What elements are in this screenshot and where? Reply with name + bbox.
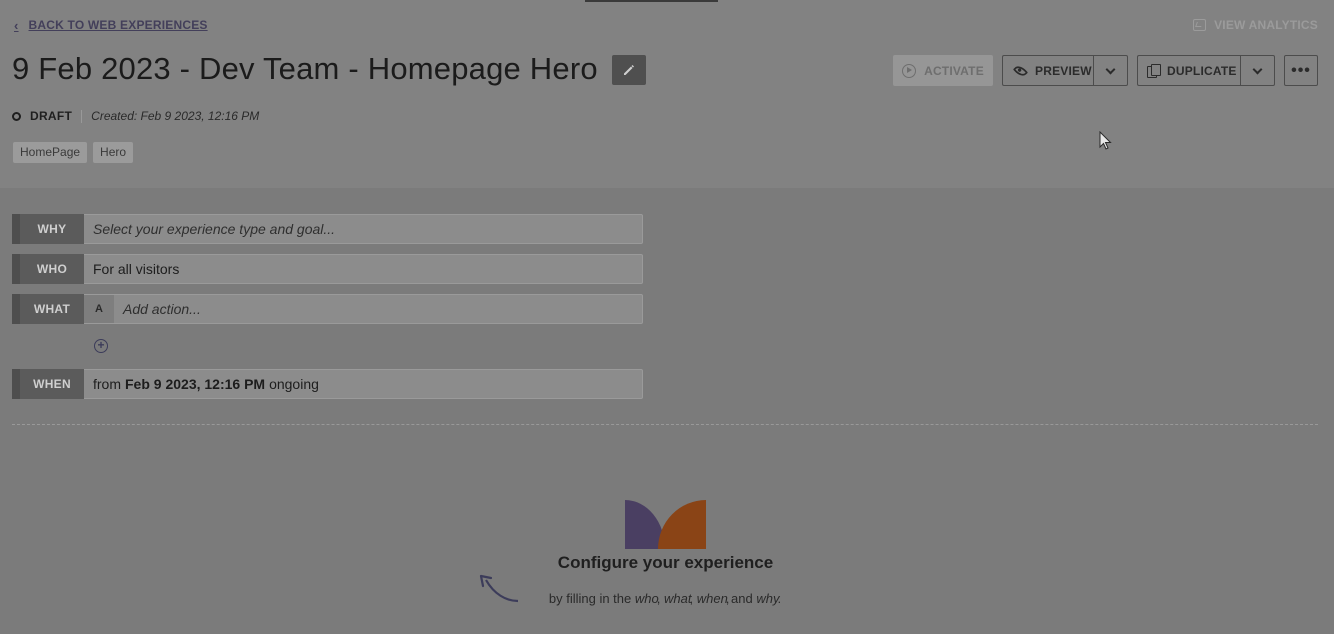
activate-button[interactable]: ACTIVATE	[893, 55, 993, 86]
when-prefix: from	[93, 376, 121, 392]
view-analytics-link[interactable]: VIEW ANALYTICS	[1193, 17, 1318, 33]
empty-state-title: Configure your experience	[557, 553, 774, 572]
why-label: WHY	[12, 214, 84, 244]
page-header: ‹ BACK TO WEB EXPERIENCES VIEW ANALYTICS…	[0, 0, 1334, 188]
eye-icon	[1012, 62, 1029, 79]
when-date: Feb 9 2023, 12:16 PM	[125, 376, 266, 392]
status-row: DRAFT Created: Feb 9 2023, 12:16 PM	[12, 109, 259, 123]
duplicate-label: DUPLICATE	[1167, 63, 1237, 78]
preview-dropdown-button[interactable]	[1093, 55, 1128, 86]
duplicate-dropdown-button[interactable]	[1240, 55, 1275, 86]
play-circle-icon	[902, 63, 917, 78]
empty-state-subtitle: by filling in the who, what, when, and w…	[548, 591, 782, 606]
variant-badge: A	[84, 295, 114, 323]
why-rule[interactable]: WHY Select your experience type and goal…	[12, 214, 643, 244]
status-badge: DRAFT	[30, 109, 73, 123]
tag-homepage[interactable]: HomePage	[13, 142, 88, 163]
when-label: WHEN	[12, 369, 84, 399]
cursor-icon	[1099, 130, 1113, 151]
why-value[interactable]: Select your experience type and goal...	[84, 215, 642, 243]
add-circle-icon[interactable]: +	[94, 339, 108, 353]
what-label: WHAT	[12, 294, 84, 324]
chevron-down-icon	[1105, 64, 1116, 74]
status-separator	[81, 109, 83, 123]
top-tab-indicator	[585, 0, 718, 2]
activate-label: ACTIVATE	[924, 63, 984, 78]
chevron-down-icon	[1252, 64, 1263, 74]
copy-icon	[1147, 63, 1161, 78]
when-value[interactable]: from Feb 9 2023, 12:16 PM ongoing	[84, 370, 642, 398]
duplicate-button[interactable]: DUPLICATE	[1137, 55, 1241, 86]
back-to-web-experiences-link[interactable]: ‹ BACK TO WEB EXPERIENCES	[14, 17, 208, 33]
what-rule[interactable]: WHAT A Add action...	[12, 294, 643, 324]
chevron-left-icon: ‹	[14, 17, 19, 33]
created-timestamp: Created: Feb 9 2023, 12:16 PM	[91, 109, 260, 123]
view-analytics-label: VIEW ANALYTICS	[1214, 18, 1318, 32]
when-suffix: ongoing	[269, 376, 319, 392]
who-value[interactable]: For all visitors	[84, 255, 642, 283]
status-dot-icon	[12, 111, 21, 121]
who-label: WHO	[12, 254, 84, 284]
who-rule[interactable]: WHO For all visitors	[12, 254, 643, 284]
back-link-label: BACK TO WEB EXPERIENCES	[28, 18, 208, 32]
section-divider	[12, 424, 1318, 425]
page-title: 9 Feb 2023 - Dev Team - Homepage Hero	[12, 51, 598, 86]
tag-hero[interactable]: Hero	[93, 142, 134, 163]
brand-logo	[625, 500, 706, 549]
tag-list: HomePage Hero	[13, 142, 134, 163]
more-icon: •••	[1291, 61, 1311, 79]
preview-label: PREVIEW	[1035, 63, 1092, 78]
when-rule[interactable]: WHEN from Feb 9 2023, 12:16 PM ongoing	[12, 369, 643, 399]
pencil-icon	[624, 65, 634, 75]
preview-button[interactable]: PREVIEW	[1002, 55, 1094, 86]
edit-title-button[interactable]	[612, 55, 646, 85]
analytics-icon	[1193, 19, 1207, 31]
more-options-button[interactable]: •••	[1284, 55, 1318, 86]
what-value[interactable]: Add action...	[114, 295, 642, 323]
